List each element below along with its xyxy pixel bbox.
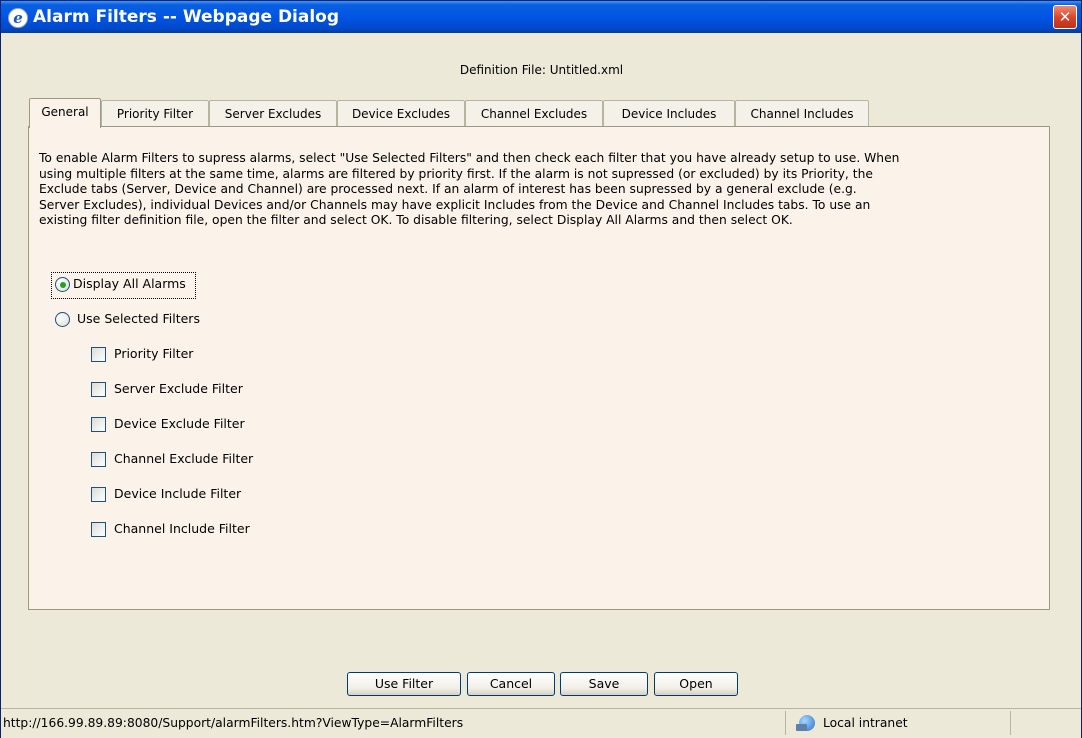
status-url: http://166.99.89.89:8080/Support/alarmFi… [1, 711, 786, 735]
general-tab-panel: To enable Alarm Filters to supress alarm… [28, 126, 1050, 610]
ie-icon: e [8, 8, 28, 28]
instructions-line: To enable Alarm Filters to supress alarm… [39, 151, 900, 165]
globe-network-icon [796, 715, 815, 731]
priority-filter-checkbox[interactable] [91, 347, 106, 362]
close-button[interactable]: ✕ [1053, 5, 1077, 29]
tab-device-excludes[interactable]: Device Excludes [337, 100, 465, 127]
channel-include-filter-checkbox[interactable] [91, 522, 106, 537]
priority-filter-label[interactable]: Priority Filter [114, 346, 193, 361]
channel-include-filter-label[interactable]: Channel Include Filter [114, 521, 250, 536]
channel-exclude-filter-label[interactable]: Channel Exclude Filter [114, 451, 253, 466]
tab-general[interactable]: General [29, 98, 101, 128]
instructions-line: using multiple filters at the same time,… [39, 166, 873, 181]
device-include-filter-checkbox[interactable] [91, 487, 106, 502]
open-button[interactable]: Open [654, 672, 738, 696]
channel-exclude-filter-checkbox[interactable] [91, 452, 106, 467]
instructions-line: existing filter definition file, open th… [39, 213, 793, 227]
use-filter-button[interactable]: Use Filter [347, 672, 461, 696]
dialog-button-bar: Use Filter Cancel Save Open [9, 672, 1074, 696]
dialog-content: Definition File: Untitled.xml General Pr… [9, 33, 1074, 707]
display-all-alarms-label[interactable]: Display All Alarms [73, 276, 186, 291]
resize-grip[interactable] [1015, 711, 1079, 735]
tab-server-excludes[interactable]: Server Excludes [209, 100, 337, 127]
tab-channel-excludes[interactable]: Channel Excludes [465, 100, 603, 127]
device-exclude-filter-label[interactable]: Device Exclude Filter [114, 416, 245, 431]
definition-file-label: Definition File: Untitled.xml [459, 63, 624, 77]
server-exclude-filter-checkbox[interactable] [91, 382, 106, 397]
window-title: Alarm Filters -- Webpage Dialog [33, 7, 340, 27]
tab-device-includes[interactable]: Device Includes [603, 100, 735, 127]
device-exclude-filter-checkbox[interactable] [91, 417, 106, 432]
instructions-line: Server Excludes), individual Devices and… [39, 197, 871, 212]
cancel-button[interactable]: Cancel [467, 672, 555, 696]
status-bar: http://166.99.89.89:8080/Support/alarmFi… [1, 708, 1081, 738]
device-include-filter-label[interactable]: Device Include Filter [114, 486, 241, 501]
use-selected-filters-radio[interactable] [55, 312, 70, 327]
use-selected-filters-label[interactable]: Use Selected Filters [77, 311, 200, 326]
title-bar[interactable]: e Alarm Filters -- Webpage Dialog ✕ [1, 1, 1081, 33]
security-zone[interactable]: Local intranet [787, 711, 1011, 735]
server-exclude-filter-label[interactable]: Server Exclude Filter [114, 381, 243, 396]
tab-priority-filter[interactable]: Priority Filter [101, 100, 209, 127]
dialog-window: e Alarm Filters -- Webpage Dialog ✕ Defi… [0, 0, 1082, 738]
instructions-line: Exclude tabs (Server, Device and Channel… [39, 182, 857, 196]
security-zone-label: Local intranet [823, 716, 908, 730]
save-button[interactable]: Save [560, 672, 648, 696]
filter-instructions: To enable Alarm Filters to supress alarm… [39, 151, 1039, 229]
tab-channel-includes[interactable]: Channel Includes [735, 100, 869, 127]
display-all-alarms-radio[interactable] [55, 277, 70, 292]
